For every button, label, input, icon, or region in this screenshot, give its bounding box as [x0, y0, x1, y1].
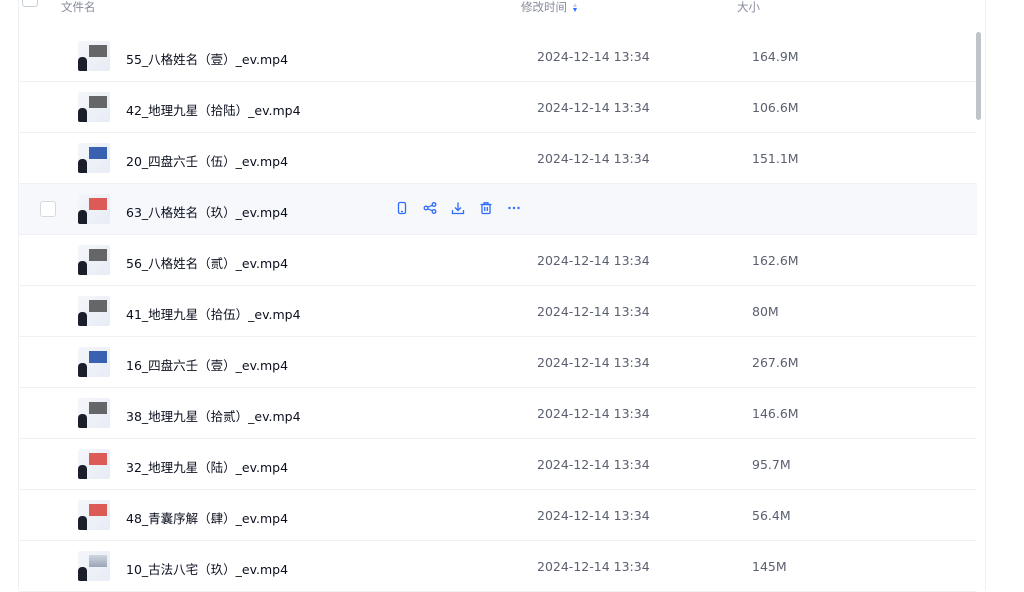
modified-time: 2024-12-14 13:34 [537, 355, 650, 370]
file-list: 55_八格姓名（壹）_ev.mp4 2024-12-14 13:34 164.9… [19, 31, 977, 592]
modified-time: 2024-12-14 13:34 [537, 304, 650, 319]
modified-time: 2024-12-14 13:34 [537, 457, 650, 472]
file-row[interactable]: 41_地理九星（拾伍）_ev.mp4 2024-12-14 13:34 80M [19, 286, 977, 337]
video-thumbnail [78, 347, 110, 377]
list-header: 文件名 修改时间 大小 [0, 0, 958, 31]
file-size: 145M [752, 559, 787, 574]
modified-time: 2024-12-14 13:34 [537, 253, 650, 268]
sort-descending-icon[interactable] [573, 3, 578, 13]
file-row[interactable]: 63_八格姓名（玖）_ev.mp4 [19, 184, 977, 235]
video-thumbnail [78, 143, 110, 173]
file-name[interactable]: 55_八格姓名（壹）_ev.mp4 [126, 49, 288, 68]
file-name[interactable]: 16_四盘六壬（壹）_ev.mp4 [126, 355, 288, 374]
modified-time: 2024-12-14 13:34 [537, 406, 650, 421]
modified-time: 2024-12-14 13:34 [537, 49, 650, 64]
file-name[interactable]: 41_地理九星（拾伍）_ev.mp4 [126, 304, 301, 323]
video-thumbnail [78, 41, 110, 71]
file-row[interactable]: 55_八格姓名（壹）_ev.mp4 2024-12-14 13:34 164.9… [19, 31, 977, 82]
video-thumbnail [78, 194, 110, 224]
file-size: 106.6M [752, 100, 799, 115]
file-size: 164.9M [752, 49, 799, 64]
more-icon[interactable] [506, 200, 522, 216]
file-size: 162.6M [752, 253, 799, 268]
column-header-size[interactable]: 大小 [737, 0, 760, 15]
file-row[interactable]: 32_地理九星（陆）_ev.mp4 2024-12-14 13:34 95.7M [19, 439, 977, 490]
download-icon[interactable] [450, 200, 466, 216]
video-thumbnail [78, 92, 110, 122]
row-checkbox[interactable] [40, 201, 56, 217]
file-name[interactable]: 42_地理九星（拾陆）_ev.mp4 [126, 100, 301, 119]
modified-time: 2024-12-14 13:34 [537, 508, 650, 523]
file-size: 151.1M [752, 151, 799, 166]
select-all-checkbox[interactable] [22, 0, 38, 7]
file-name[interactable]: 48_青囊序解（肆）_ev.mp4 [126, 508, 288, 527]
file-row[interactable]: 38_地理九星（拾贰）_ev.mp4 2024-12-14 13:34 146.… [19, 388, 977, 439]
video-thumbnail [78, 398, 110, 428]
file-row[interactable]: 20_四盘六壬（伍）_ev.mp4 2024-12-14 13:34 151.1… [19, 133, 977, 184]
video-thumbnail [78, 500, 110, 530]
file-row[interactable]: 16_四盘六壬（壹）_ev.mp4 2024-12-14 13:34 267.6… [19, 337, 977, 388]
file-size: 80M [752, 304, 779, 319]
file-row[interactable]: 56_八格姓名（贰）_ev.mp4 2024-12-14 13:34 162.6… [19, 235, 977, 286]
file-name[interactable]: 56_八格姓名（贰）_ev.mp4 [126, 253, 288, 272]
scrollbar-thumb[interactable] [976, 32, 981, 120]
modified-time: 2024-12-14 13:34 [537, 151, 650, 166]
file-size: 267.6M [752, 355, 799, 370]
file-size: 146.6M [752, 406, 799, 421]
file-name[interactable]: 32_地理九星（陆）_ev.mp4 [126, 457, 288, 476]
file-size: 56.4M [752, 508, 791, 523]
trash-icon[interactable] [478, 200, 494, 216]
video-thumbnail [78, 551, 110, 581]
modified-time: 2024-12-14 13:34 [537, 559, 650, 574]
video-thumbnail [78, 296, 110, 326]
column-header-name[interactable]: 文件名 [61, 0, 96, 15]
file-name[interactable]: 38_地理九星（拾贰）_ev.mp4 [126, 406, 301, 425]
file-name[interactable]: 20_四盘六壬（伍）_ev.mp4 [126, 151, 288, 170]
column-header-modified-time[interactable]: 修改时间 [521, 0, 578, 15]
file-name[interactable]: 63_八格姓名（玖）_ev.mp4 [126, 202, 288, 221]
file-row[interactable]: 48_青囊序解（肆）_ev.mp4 2024-12-14 13:34 56.4M [19, 490, 977, 541]
video-thumbnail [78, 245, 110, 275]
phone-icon[interactable] [394, 200, 410, 216]
video-thumbnail [78, 449, 110, 479]
row-actions [394, 200, 522, 216]
modified-time: 2024-12-14 13:34 [537, 100, 650, 115]
file-row[interactable]: 10_古法八宅（玖）_ev.mp4 2024-12-14 13:34 145M [19, 541, 977, 592]
file-size: 95.7M [752, 457, 791, 472]
share-icon[interactable] [422, 200, 438, 216]
file-name[interactable]: 10_古法八宅（玖）_ev.mp4 [126, 559, 288, 578]
file-row[interactable]: 42_地理九星（拾陆）_ev.mp4 2024-12-14 13:34 106.… [19, 82, 977, 133]
column-header-modified-time-label: 修改时间 [521, 0, 567, 14]
